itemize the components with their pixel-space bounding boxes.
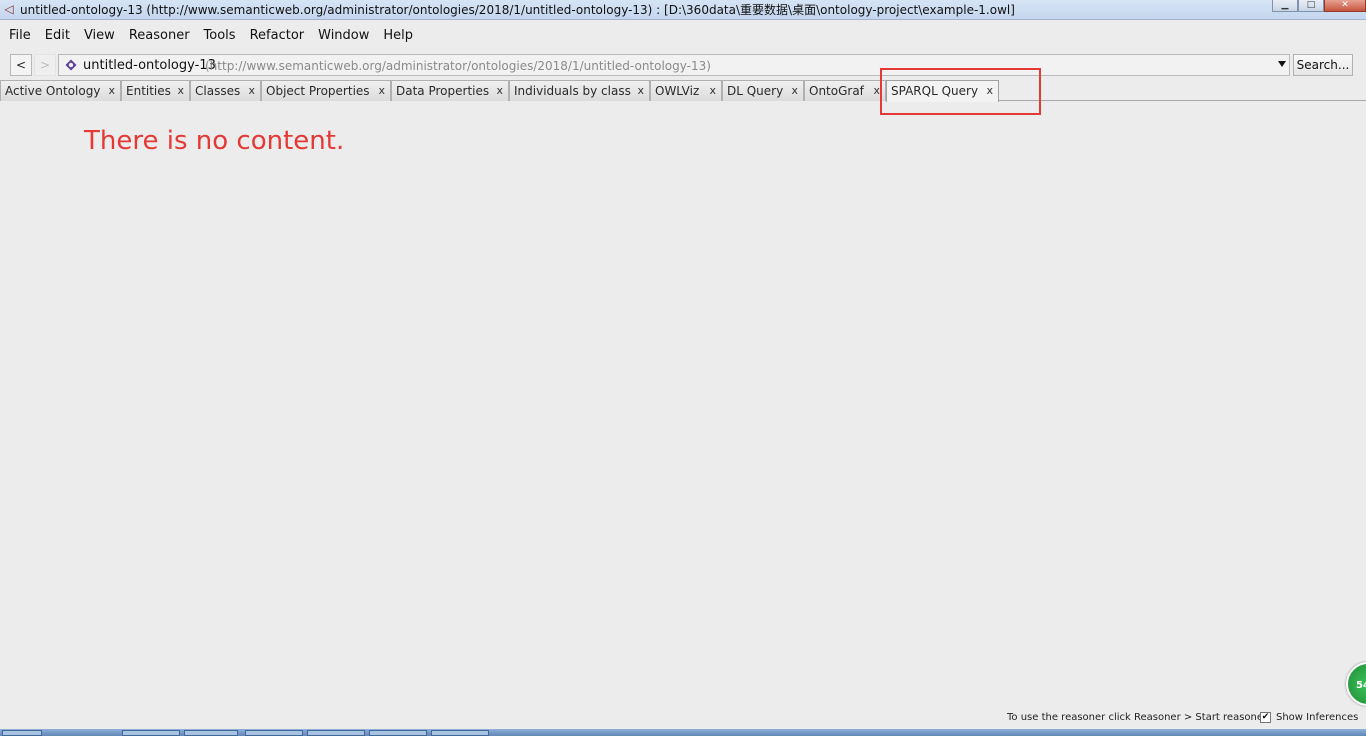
- taskbar-item[interactable]: [245, 730, 303, 736]
- ontology-address-bar: < > untitled-ontology-13 (http://www.sem…: [0, 52, 1366, 80]
- ontology-uri: (http://www.semanticweb.org/administrato…: [205, 59, 711, 73]
- tab-entities[interactable]: Entities x: [121, 80, 190, 101]
- workspace-tab-bar: Active Ontology x Entities x Classes x O…: [0, 80, 1366, 102]
- tab-data-properties[interactable]: Data Properties x: [391, 80, 509, 101]
- tab-close-icon[interactable]: x: [637, 84, 644, 97]
- tab-active-ontology[interactable]: Active Ontology x: [0, 80, 121, 101]
- taskbar-item[interactable]: [184, 730, 238, 736]
- window-title-bar[interactable]: ◁ untitled-ontology-13 (http://www.seman…: [0, 0, 1366, 20]
- tab-label: Entities: [126, 84, 171, 98]
- taskbar-item[interactable]: [431, 730, 489, 736]
- menu-reasoner[interactable]: Reasoner: [122, 28, 197, 43]
- minimize-button[interactable]: ▁: [1272, 0, 1298, 12]
- tab-close-icon[interactable]: x: [496, 84, 503, 97]
- search-button[interactable]: Search...: [1293, 54, 1353, 76]
- tab-close-icon[interactable]: x: [177, 84, 184, 97]
- os-taskbar: [0, 729, 1366, 736]
- tab-label: DL Query: [727, 84, 784, 98]
- tab-label: Data Properties: [396, 84, 490, 98]
- maximize-button[interactable]: □: [1298, 0, 1324, 12]
- tab-dl-query[interactable]: DL Query x: [722, 80, 804, 101]
- annotation-highlight-box: [880, 68, 1041, 115]
- ontology-name: untitled-ontology-13: [83, 58, 216, 73]
- tab-close-icon[interactable]: x: [709, 84, 716, 97]
- menu-edit[interactable]: Edit: [38, 28, 77, 43]
- close-window-button[interactable]: ✕: [1324, 0, 1366, 12]
- tab-ontograf[interactable]: OntoGraf x: [804, 80, 886, 101]
- tab-label: OWLViz: [655, 84, 700, 98]
- menu-window[interactable]: Window: [311, 28, 376, 43]
- ontology-icon: [65, 59, 77, 71]
- window-title: untitled-ontology-13 (http://www.semanti…: [20, 3, 1015, 17]
- menu-refactor[interactable]: Refactor: [243, 28, 312, 43]
- tab-label: OntoGraf: [809, 84, 864, 98]
- tab-individuals-by-class[interactable]: Individuals by class x: [509, 80, 650, 101]
- reasoner-status-hint: To use the reasoner click Reasoner > Sta…: [1007, 712, 1268, 723]
- menu-help[interactable]: Help: [376, 28, 420, 43]
- tab-close-icon[interactable]: x: [248, 84, 255, 97]
- tab-label: Classes: [195, 84, 241, 98]
- window-controls: ▁ □ ✕: [1272, 0, 1366, 12]
- tab-classes[interactable]: Classes x: [190, 80, 261, 101]
- dropdown-arrow-icon[interactable]: [1278, 61, 1286, 67]
- tab-close-icon[interactable]: x: [108, 84, 115, 97]
- floating-monitor-badge[interactable]: 54: [1346, 662, 1366, 706]
- tab-label: Object Properties: [266, 84, 370, 98]
- tab-label: Individuals by class: [514, 84, 631, 98]
- forward-button[interactable]: >: [34, 54, 56, 76]
- menu-file[interactable]: File: [2, 28, 38, 43]
- active-ontology-selector[interactable]: untitled-ontology-13 (http://www.semanti…: [58, 54, 1290, 76]
- back-button[interactable]: <: [10, 54, 32, 76]
- menu-bar: File Edit View Reasoner Tools Refactor W…: [0, 22, 1366, 48]
- start-button[interactable]: [2, 730, 42, 736]
- menu-tools[interactable]: Tools: [197, 28, 243, 43]
- tab-close-icon[interactable]: x: [791, 84, 798, 97]
- menu-view[interactable]: View: [77, 28, 122, 43]
- taskbar-item[interactable]: [369, 730, 427, 736]
- taskbar-item[interactable]: [122, 730, 180, 736]
- tab-owlviz[interactable]: OWLViz x: [650, 80, 722, 101]
- tab-label: Active Ontology: [5, 84, 101, 98]
- protege-app-icon: ◁: [4, 2, 14, 16]
- show-inferences-checkbox[interactable]: ✔: [1260, 712, 1271, 723]
- show-inferences-label: Show Inferences: [1276, 712, 1359, 723]
- taskbar-item[interactable]: [307, 730, 365, 736]
- empty-content-message: There is no content.: [84, 126, 345, 156]
- tab-object-properties[interactable]: Object Properties x: [261, 80, 391, 101]
- tab-close-icon[interactable]: x: [378, 84, 385, 97]
